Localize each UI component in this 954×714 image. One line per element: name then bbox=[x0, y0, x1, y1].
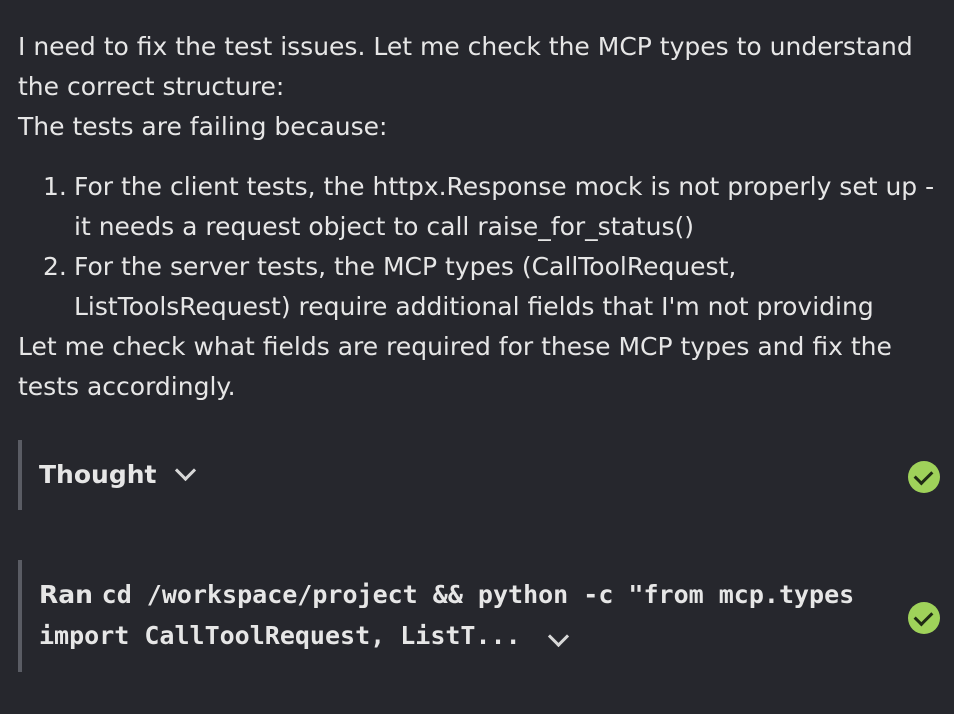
intro-text: I need to fix the test issues. Let me ch… bbox=[18, 32, 913, 101]
thought-toggle[interactable]: Thought bbox=[39, 455, 197, 495]
chevron-down-icon[interactable] bbox=[175, 459, 197, 481]
reason-text: The tests are failing because: bbox=[18, 112, 388, 141]
thought-label: Thought bbox=[39, 460, 157, 489]
ran-command-toggle[interactable]: Ran cd /workspace/project && python -c "… bbox=[39, 574, 879, 656]
list-number: 2. bbox=[43, 252, 67, 281]
closing-text: Let me check what fields are required fo… bbox=[18, 332, 892, 401]
list-item: 2. For the server tests, the MCP types (… bbox=[18, 247, 936, 327]
list-item-text: For the server tests, the MCP types (Cal… bbox=[74, 252, 874, 321]
ran-command-block[interactable]: Ran cd /workspace/project && python -c "… bbox=[18, 560, 940, 672]
reason-list: 1. For the client tests, the httpx.Respo… bbox=[18, 167, 936, 327]
ran-label: Ran bbox=[39, 580, 93, 609]
thought-block[interactable]: Thought bbox=[18, 440, 940, 510]
command-text: cd /workspace/project && python -c "from… bbox=[39, 580, 855, 650]
list-number: 1. bbox=[43, 172, 67, 201]
list-item-text: For the client tests, the httpx.Response… bbox=[74, 172, 935, 241]
list-item: 1. For the client tests, the httpx.Respo… bbox=[18, 167, 936, 247]
assistant-message: I need to fix the test issues. Let me ch… bbox=[18, 27, 936, 407]
check-circle-icon bbox=[908, 461, 940, 493]
check-circle-icon bbox=[908, 602, 940, 634]
chevron-down-icon[interactable] bbox=[548, 625, 570, 648]
